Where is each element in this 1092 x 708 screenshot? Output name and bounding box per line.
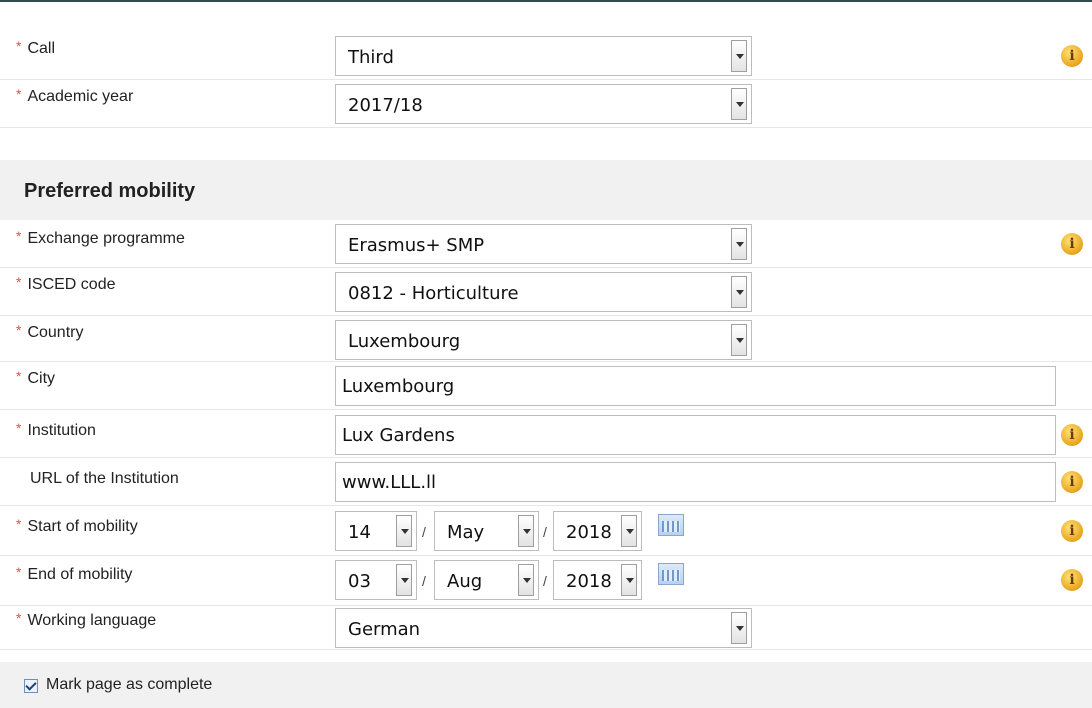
required-mark: * — [16, 38, 22, 54]
dropdown-arrow-icon[interactable] — [731, 324, 747, 356]
city-value: Luxembourg — [342, 376, 455, 397]
dropdown-arrow-icon[interactable] — [731, 88, 747, 120]
info-icon[interactable]: i — [1061, 45, 1083, 67]
required-mark: * — [16, 368, 22, 384]
footer-bar: Mark page as complete — [0, 662, 1092, 708]
required-mark: * — [16, 610, 22, 626]
form-row-isced-code: * ISCED code 0812 - Horticulture — [0, 268, 1092, 316]
url-label: URL of the Institution — [30, 470, 179, 487]
isced-code-value: 0812 - Horticulture — [348, 283, 519, 304]
form-row-academic-year: * Academic year 2017/18 — [0, 80, 1092, 128]
dropdown-arrow-icon[interactable] — [396, 564, 412, 596]
calendar-icon[interactable] — [658, 514, 684, 536]
city-input[interactable]: Luxembourg — [335, 366, 1056, 406]
exchange-programme-value: Erasmus+ SMP — [348, 235, 485, 256]
start-of-mobility-label: * Start of mobility — [16, 516, 138, 535]
end-month-select[interactable]: Aug — [434, 560, 539, 600]
info-icon[interactable]: i — [1061, 569, 1083, 591]
dropdown-arrow-icon[interactable] — [731, 276, 747, 308]
url-input[interactable]: www.LLL.ll — [335, 462, 1056, 502]
dropdown-arrow-icon[interactable] — [396, 515, 412, 547]
city-label: * City — [16, 368, 56, 387]
start-month-value: May — [447, 522, 485, 543]
isced-code-select[interactable]: 0812 - Horticulture — [335, 272, 752, 312]
academic-year-value: 2017/18 — [348, 95, 423, 116]
exchange-programme-select[interactable]: Erasmus+ SMP — [335, 224, 752, 264]
end-month-value: Aug — [447, 571, 483, 592]
form-row-url: URL of the Institution www.LLL.ll i — [0, 458, 1092, 506]
mark-complete-checkbox[interactable] — [24, 679, 38, 693]
dropdown-arrow-icon[interactable] — [621, 515, 637, 547]
start-month-select[interactable]: May — [434, 511, 539, 551]
required-mark: * — [16, 322, 22, 338]
preferred-mobility-header: Preferred mobility — [0, 160, 1092, 220]
date-separator: / — [422, 573, 426, 589]
start-year-select[interactable]: 2018 — [553, 511, 642, 551]
start-day-select[interactable]: 14 — [335, 511, 417, 551]
form-row-working-language: * Working language German — [0, 606, 1092, 650]
end-year-select[interactable]: 2018 — [553, 560, 642, 600]
end-day-value: 03 — [348, 571, 371, 592]
exchange-programme-label: * Exchange programme — [16, 228, 185, 247]
form-row-call: * Call Third i — [0, 30, 1092, 80]
required-mark: * — [16, 86, 22, 102]
section-title: Preferred mobility — [24, 180, 196, 202]
call-label: * Call — [16, 38, 56, 57]
end-of-mobility-label: * End of mobility — [16, 564, 133, 583]
country-select[interactable]: Luxembourg — [335, 320, 752, 360]
required-mark: * — [16, 516, 22, 532]
academic-year-select[interactable]: 2017/18 — [335, 84, 752, 124]
working-language-select[interactable]: German — [335, 608, 752, 648]
call-select[interactable]: Third — [335, 36, 752, 76]
form-row-country: * Country Luxembourg — [0, 316, 1092, 362]
start-year-value: 2018 — [566, 522, 612, 543]
form-row-city: * City Luxembourg — [0, 362, 1092, 410]
form-row-exchange-programme: * Exchange programme Erasmus+ SMP i — [0, 220, 1092, 268]
dropdown-arrow-icon[interactable] — [731, 612, 747, 644]
institution-value: Lux Gardens — [342, 425, 455, 446]
country-value: Luxembourg — [348, 331, 461, 352]
date-separator: / — [543, 573, 547, 589]
academic-year-label: * Academic year — [16, 86, 134, 105]
end-day-select[interactable]: 03 — [335, 560, 417, 600]
mark-complete-label[interactable]: Mark page as complete — [46, 676, 212, 694]
url-value: www.LLL.ll — [342, 472, 437, 493]
info-icon[interactable]: i — [1061, 233, 1083, 255]
form-row-end-of-mobility: * End of mobility 03 / Aug / 2018 i — [0, 556, 1092, 606]
form-row-start-of-mobility: * Start of mobility 14 / May / 2018 i — [0, 506, 1092, 556]
call-value: Third — [348, 47, 394, 68]
isced-code-label: * ISCED code — [16, 274, 116, 293]
required-mark: * — [16, 228, 22, 244]
dropdown-arrow-icon[interactable] — [518, 564, 534, 596]
date-separator: / — [422, 524, 426, 540]
institution-input[interactable]: Lux Gardens — [335, 415, 1056, 455]
end-year-value: 2018 — [566, 571, 612, 592]
calendar-icon[interactable] — [658, 563, 684, 585]
info-icon[interactable]: i — [1061, 520, 1083, 542]
dropdown-arrow-icon[interactable] — [621, 564, 637, 596]
start-day-value: 14 — [348, 522, 371, 543]
country-label: * Country — [16, 322, 84, 341]
required-mark: * — [16, 274, 22, 290]
dropdown-arrow-icon[interactable] — [731, 228, 747, 260]
required-mark: * — [16, 420, 22, 436]
required-mark: * — [16, 564, 22, 580]
top-divider — [0, 0, 1092, 2]
dropdown-arrow-icon[interactable] — [731, 40, 747, 72]
info-icon[interactable]: i — [1061, 471, 1083, 493]
working-language-label: * Working language — [16, 610, 157, 629]
date-separator: / — [543, 524, 547, 540]
form-row-institution: * Institution Lux Gardens i — [0, 410, 1092, 458]
working-language-value: German — [348, 619, 421, 640]
dropdown-arrow-icon[interactable] — [518, 515, 534, 547]
info-icon[interactable]: i — [1061, 424, 1083, 446]
institution-label: * Institution — [16, 420, 96, 439]
